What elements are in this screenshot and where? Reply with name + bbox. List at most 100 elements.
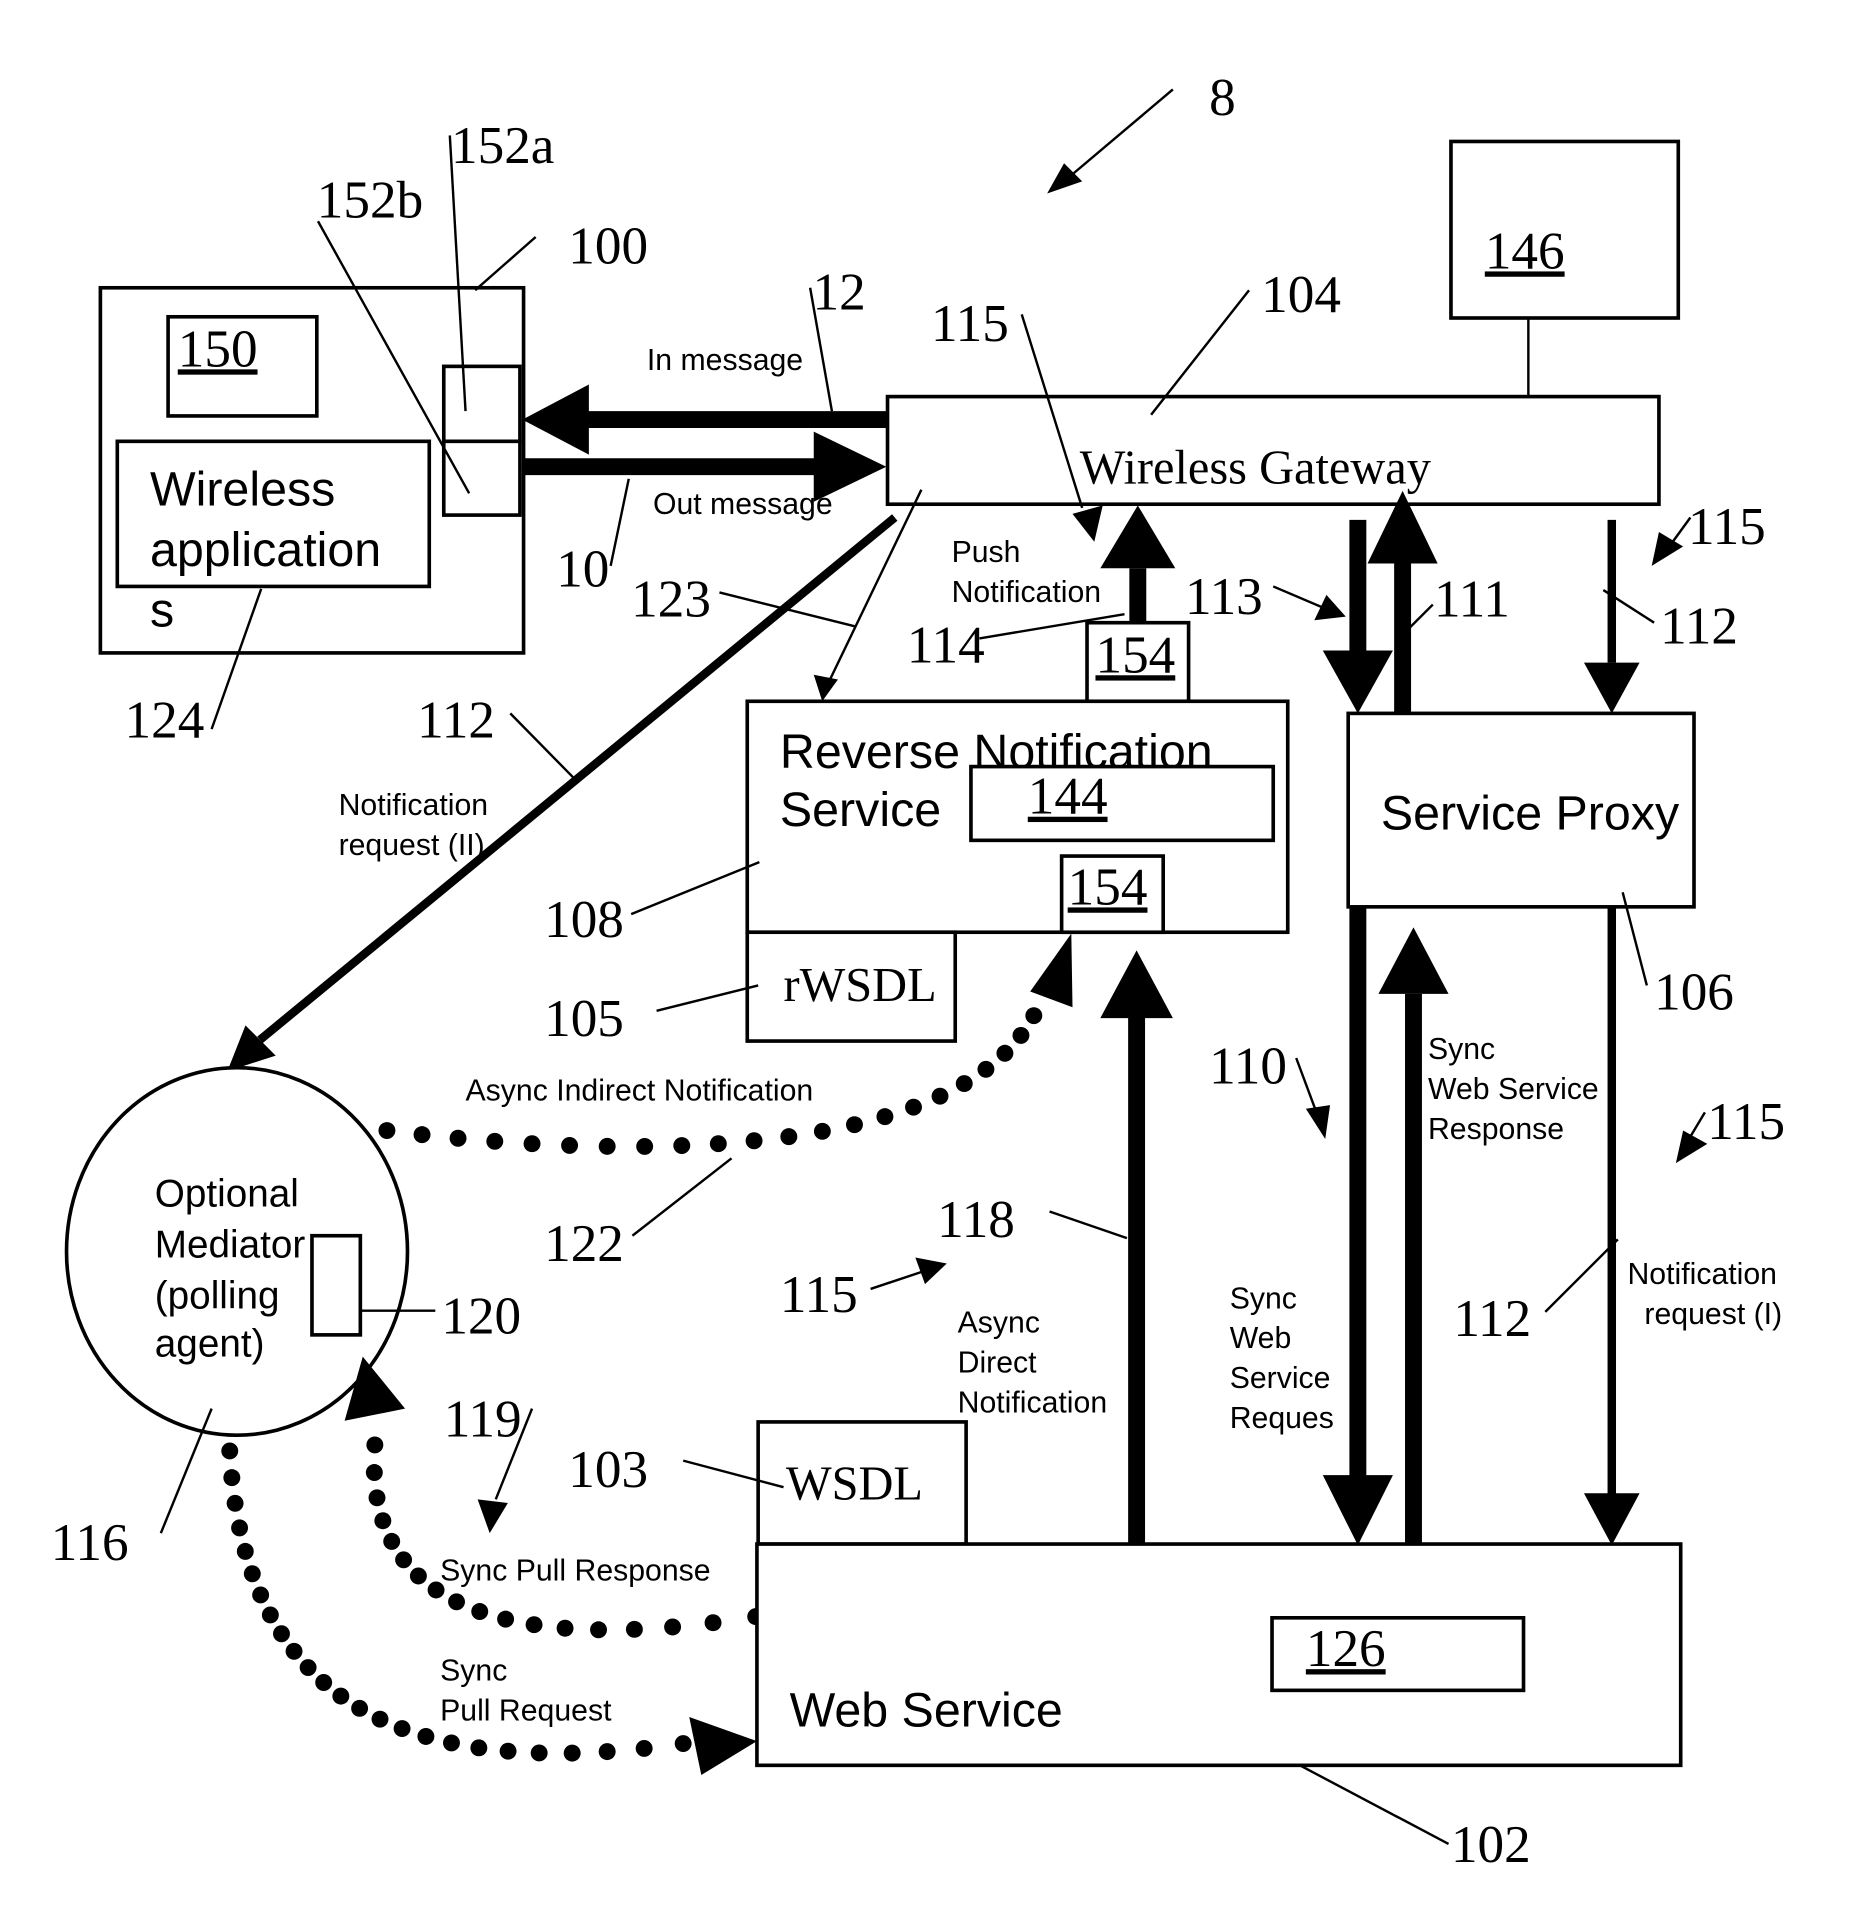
async-direct-label-2: Direct xyxy=(958,1346,1038,1379)
path-dot xyxy=(409,1567,427,1585)
ref-152a: 152a xyxy=(451,116,554,175)
in-message-flow: In message 12 xyxy=(522,263,889,455)
ref-100: 100 xyxy=(568,217,648,276)
port-152b xyxy=(441,439,522,517)
arrowhead-icon xyxy=(1583,1493,1640,1546)
leader-102 xyxy=(1299,1764,1450,1845)
sync-ws-request-label-1: Sync xyxy=(1230,1282,1297,1315)
path-dot xyxy=(299,1659,317,1677)
in-message-label: In message xyxy=(647,344,803,377)
leader-123 xyxy=(719,591,856,628)
path-dot xyxy=(523,1135,541,1153)
path-dot xyxy=(664,1618,682,1636)
sync-ws-request-label-3: Service xyxy=(1230,1362,1331,1395)
ref-116: 116 xyxy=(51,1513,129,1572)
arrowhead-icon xyxy=(522,384,589,455)
rwsdl: rWSDL 105 xyxy=(544,930,958,1048)
path-dot xyxy=(876,1108,894,1126)
arrowhead-icon xyxy=(1072,505,1103,542)
ref-152b: 152b xyxy=(317,171,423,230)
ref-12: 12 xyxy=(813,263,866,322)
wsdl: WSDL 103 xyxy=(568,1420,968,1546)
path-dot xyxy=(745,1132,763,1150)
path-dot xyxy=(261,1606,279,1624)
arrowhead-icon xyxy=(1651,532,1684,566)
push-notification-label-1: Push xyxy=(952,536,1021,569)
rns-label-2: Service xyxy=(780,783,941,837)
ref-113: 113 xyxy=(1185,567,1263,626)
ref-103: 103 xyxy=(568,1440,648,1499)
arrowhead-icon xyxy=(1305,1105,1331,1139)
wireless-application-label-2: application xyxy=(150,523,381,577)
leader-118 xyxy=(1049,1210,1128,1240)
path-dot xyxy=(273,1625,290,1643)
async-direct-label-3: Notification xyxy=(958,1386,1108,1419)
path-dot xyxy=(996,1044,1014,1062)
sync-ws-request-label-2: Web xyxy=(1230,1322,1292,1355)
path-dot xyxy=(598,1137,616,1155)
mediator-label-4: agent) xyxy=(155,1323,265,1366)
mediator-120-box xyxy=(310,1233,363,1337)
path-dot xyxy=(636,1137,654,1155)
gateway-proxy-flows: 113 111 112 115 xyxy=(1185,490,1766,714)
path-dot xyxy=(332,1687,350,1705)
ref-115-top: 115 xyxy=(931,294,1009,353)
port-152a xyxy=(441,364,522,444)
arrowhead-icon xyxy=(915,1257,947,1285)
path-dot xyxy=(497,1610,515,1628)
path-dot xyxy=(1012,1026,1030,1044)
mediator-label-3: (polling xyxy=(155,1274,280,1317)
arrowhead-icon xyxy=(1100,505,1176,569)
ref-124: 124 xyxy=(125,691,205,750)
path-dot xyxy=(226,1494,244,1512)
path-dot xyxy=(635,1739,653,1757)
path-dot xyxy=(704,1614,722,1632)
rwsdl-label: rWSDL xyxy=(784,959,937,1012)
leader-115-middle xyxy=(870,1270,922,1291)
ref-10: 10 xyxy=(556,539,609,598)
arrowhead-icon xyxy=(689,1716,757,1775)
ref-112-right: 112 xyxy=(1453,1289,1531,1348)
path-dot xyxy=(470,1739,488,1757)
leader-115-right xyxy=(1689,1111,1706,1138)
path-dot xyxy=(223,1469,241,1487)
web-service: 126 Web Service 102 xyxy=(755,1542,1683,1874)
path-dot xyxy=(365,1464,383,1481)
ref-115-right: 115 xyxy=(1707,1092,1785,1151)
path-dot xyxy=(351,1699,369,1717)
path-dot xyxy=(371,1710,389,1728)
leader-10 xyxy=(609,478,630,567)
path-dot xyxy=(243,1565,261,1583)
path-dot xyxy=(471,1603,489,1620)
sync-ws-response-label: Sync Web Service Response xyxy=(1428,1033,1607,1146)
figure-ref-8: 8 xyxy=(1047,68,1236,194)
push-notification-label-2: Notification xyxy=(952,576,1101,609)
wireless-application-label-tail: s xyxy=(150,583,174,637)
ref-106: 106 xyxy=(1654,963,1734,1022)
path-dot xyxy=(709,1135,727,1153)
ref-104: 104 xyxy=(1261,265,1341,324)
arrowhead-icon xyxy=(813,674,838,702)
async-indirect-label: Async Indirect Notification xyxy=(466,1074,814,1107)
mediator-label-1: Optional xyxy=(155,1173,299,1216)
path-dot xyxy=(499,1742,517,1760)
path-dot xyxy=(673,1137,691,1155)
path-dot xyxy=(590,1621,607,1639)
ref-102: 102 xyxy=(1451,1815,1531,1874)
ref-114: 114 xyxy=(907,616,985,675)
arrowhead-icon xyxy=(1100,950,1173,1019)
ref-118: 118 xyxy=(937,1190,1015,1249)
store-150-ref: 150 xyxy=(178,319,258,378)
path-dot xyxy=(905,1098,922,1116)
wireless-gateway-label: Wireless Gateway xyxy=(1080,442,1431,495)
path-dot xyxy=(417,1728,435,1745)
path-dot xyxy=(378,1122,396,1139)
ref-110: 110 xyxy=(1209,1036,1287,1095)
sync-ws-request-label-4: Reques xyxy=(1230,1402,1334,1435)
arrowhead-icon xyxy=(1030,933,1073,1008)
arrowhead-icon xyxy=(1583,662,1640,714)
path-dot xyxy=(780,1128,798,1146)
notification-request-i-label-1: Notification xyxy=(1628,1258,1777,1291)
path-dot xyxy=(395,1551,413,1569)
path-dot xyxy=(236,1542,254,1560)
